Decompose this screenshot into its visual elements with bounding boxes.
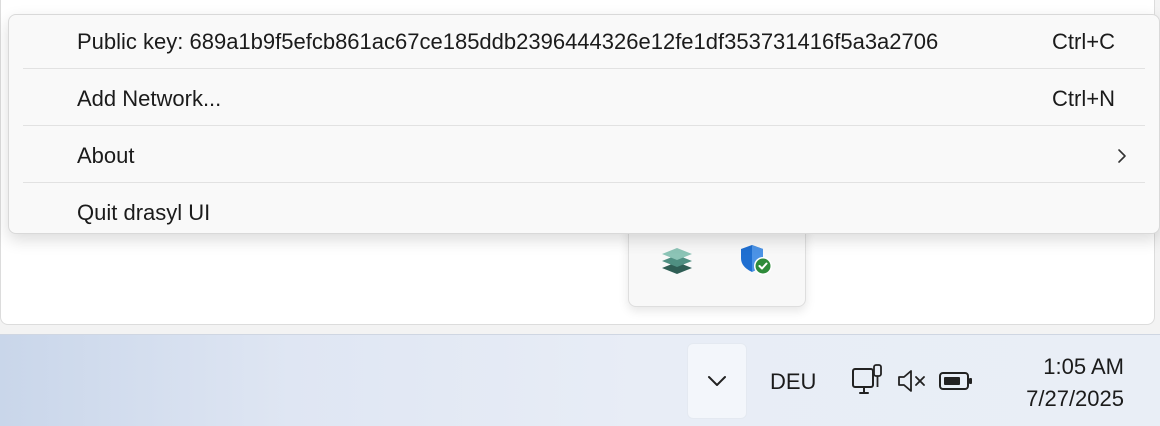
show-hidden-icons-button[interactable] (687, 343, 747, 419)
windows-defender-shield-icon[interactable] (739, 242, 775, 278)
menu-item-about[interactable]: About (9, 129, 1159, 183)
menu-item-shortcut: Ctrl+C (1052, 29, 1115, 54)
menu-item-label: Add Network... (77, 86, 222, 111)
menu-separator (23, 125, 1145, 126)
taskbar-clock[interactable]: 1:05 AM 7/27/2025 (1026, 351, 1124, 415)
menu-item-label: Quit drasyl UI (77, 200, 211, 225)
battery-icon (939, 372, 972, 390)
taskbar: DEU 1:05 AM 7/27/2025 (0, 334, 1160, 426)
menu-separator (23, 68, 1145, 69)
menu-item-quit[interactable]: Quit drasyl UI (9, 186, 1159, 240)
menu-item-public-key[interactable]: Public key: 689a1b9f5efcb861ac67ce185ddb… (9, 15, 1159, 69)
menu-item-shortcut: Ctrl+N (1052, 86, 1115, 111)
menu-separator (23, 182, 1145, 183)
menu-item-add-network[interactable]: Add Network... Ctrl+N (9, 72, 1159, 126)
clock-time: 1:05 AM (1043, 354, 1124, 379)
chevron-right-icon (1118, 149, 1126, 163)
menu-item-label: Public key: 689a1b9f5efcb861ac67ce185ddb… (77, 29, 939, 54)
system-tray-icons[interactable] (850, 361, 974, 401)
chevron-down-icon (708, 376, 726, 386)
drasyl-layers-icon[interactable] (659, 242, 695, 278)
menu-item-label: About (77, 143, 135, 168)
network-wired-icon (852, 364, 882, 394)
speaker-muted-icon (898, 370, 925, 392)
input-language-indicator[interactable]: DEU (770, 369, 816, 395)
clock-date: 7/27/2025 (1026, 386, 1124, 411)
screen: Public key: 689a1b9f5efcb861ac67ce185ddb… (0, 0, 1160, 426)
tray-context-menu: Public key: 689a1b9f5efcb861ac67ce185ddb… (8, 14, 1160, 234)
